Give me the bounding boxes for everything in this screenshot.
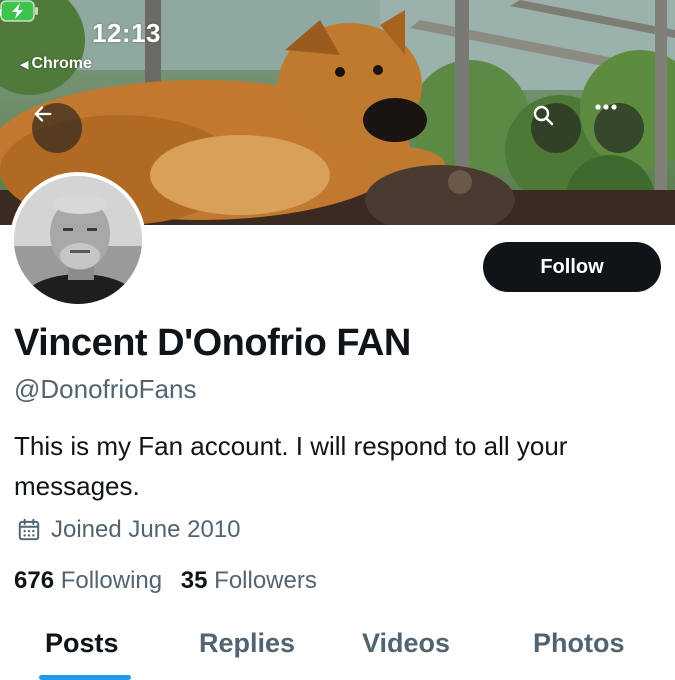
- joined-date: Joined June 2010: [16, 516, 241, 544]
- status-time: 12:13: [92, 18, 161, 48]
- tab-posts[interactable]: Posts: [45, 628, 119, 659]
- follow-button[interactable]: Follow: [483, 242, 661, 292]
- following-label: Following: [60, 567, 163, 594]
- arrow-left-icon: [34, 106, 52, 122]
- tab-videos[interactable]: Videos: [362, 628, 450, 659]
- bio: This is my Fan account. I will respond t…: [14, 431, 568, 501]
- active-tab-indicator: [39, 675, 131, 680]
- joined-text: Joined June 2010: [51, 516, 241, 543]
- followers-count: 35: [180, 567, 208, 594]
- search-icon: [533, 105, 554, 126]
- follow-stats: 676 Following 35 Followers: [14, 567, 317, 595]
- handle: @DonofrioFans: [14, 374, 197, 404]
- display-name: Vincent D'Onofrio FAN: [14, 322, 411, 364]
- tab-photos[interactable]: Photos: [533, 628, 625, 659]
- status-back-label: Chrome: [31, 55, 92, 72]
- followers-label: Followers: [214, 567, 317, 594]
- profile-tabs: Posts Replies Videos Photos: [0, 622, 675, 680]
- following-link[interactable]: 676 Following: [14, 567, 162, 594]
- avatar-image: [14, 176, 142, 304]
- more-horizontal-icon: [595, 104, 617, 110]
- search-button[interactable]: [531, 103, 581, 153]
- status-back-link[interactable]: ◀ Chrome: [20, 55, 92, 73]
- tab-replies[interactable]: Replies: [199, 628, 295, 659]
- followers-link[interactable]: 35 Followers: [181, 567, 317, 594]
- calendar-icon: [18, 518, 40, 541]
- battery-icon: [0, 0, 38, 22]
- following-count: 676: [14, 567, 55, 594]
- back-triangle-icon: ◀: [20, 59, 29, 71]
- avatar[interactable]: [10, 172, 146, 308]
- more-button[interactable]: [594, 103, 644, 153]
- back-button[interactable]: [32, 103, 82, 153]
